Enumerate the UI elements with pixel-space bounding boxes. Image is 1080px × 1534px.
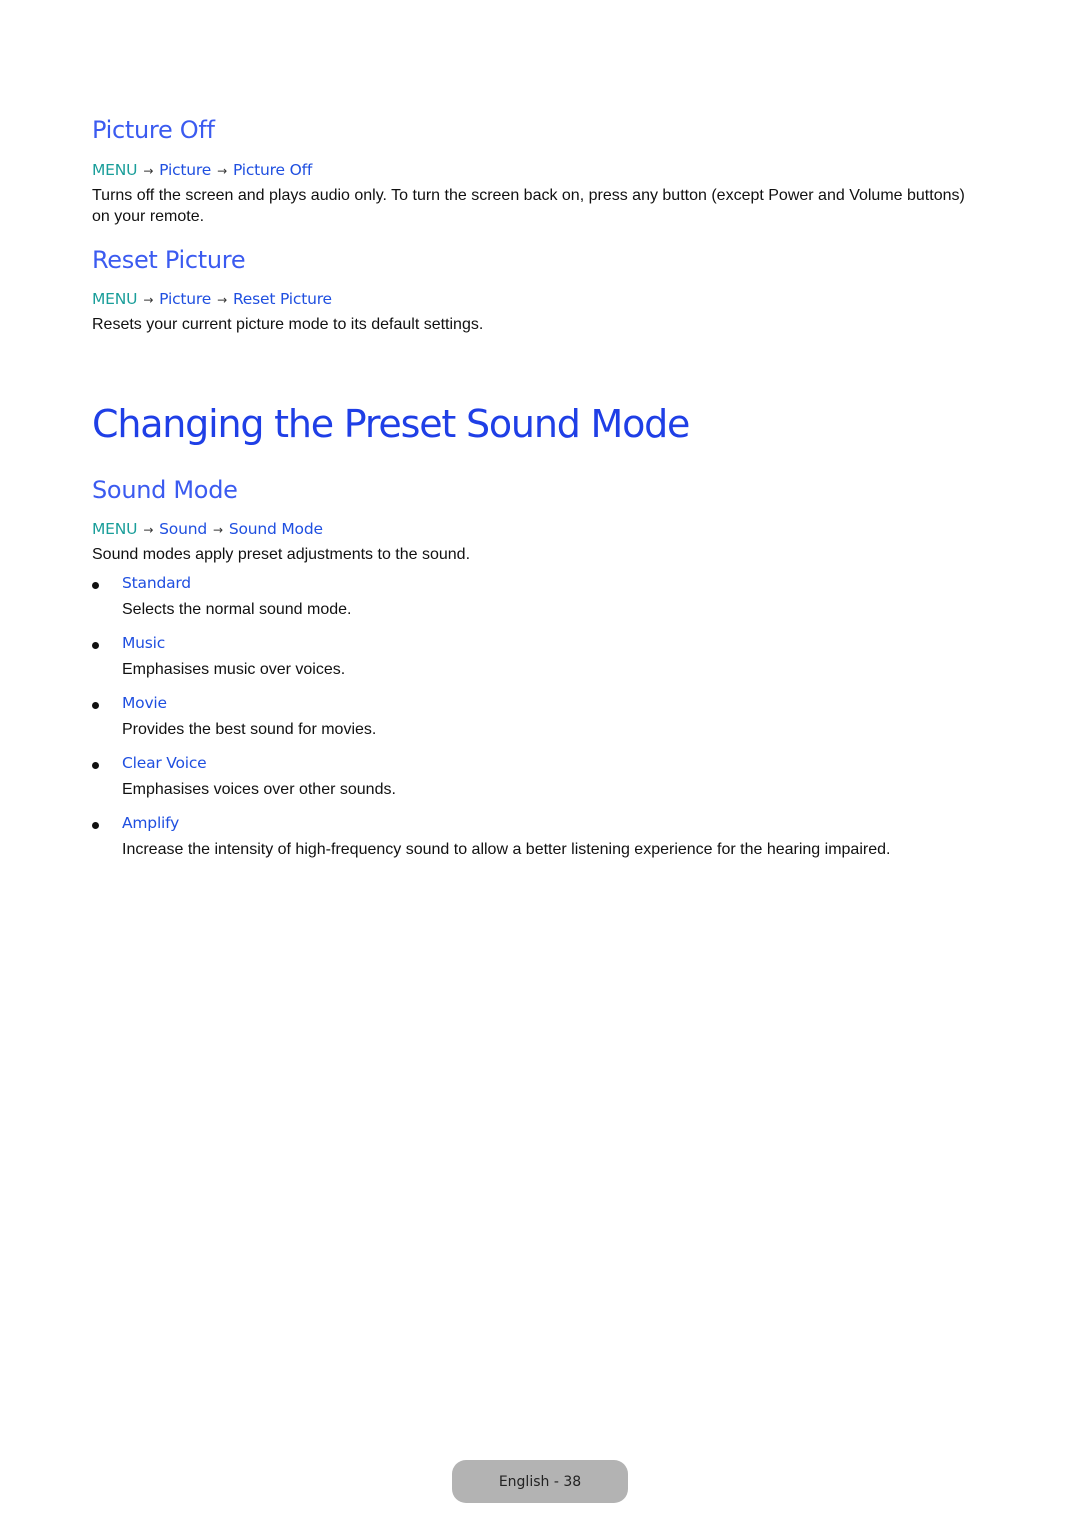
menu-path-sound-mode: MENU → Sound → Sound Mode [92,520,323,538]
section-title-reset-picture: Reset Picture [92,246,246,274]
list-item-label: Standard [122,574,191,592]
section-title-picture-off: Picture Off [92,116,215,144]
menu-path-step: Reset Picture [232,290,332,308]
list-item-label: Clear Voice [122,754,207,772]
arrow-right-icon: → [217,293,227,307]
bullet-icon [92,582,99,589]
chapter-title: Changing the Preset Sound Mode [92,402,690,446]
menu-path-step: Picture [159,290,212,308]
section-body-sound-mode: Sound modes apply preset adjustments to … [92,546,471,563]
menu-path-root: MENU [92,520,138,538]
arrow-right-icon: → [143,164,154,178]
list-item-desc: Provides the best sound for movies. [122,721,377,738]
list-item-desc: Selects the normal sound mode. [122,601,352,618]
section-body-reset-picture: Resets your current picture mode to its … [92,316,484,333]
list-item-desc: Emphasises music over voices. [122,661,346,678]
list-item-desc: Emphasises voices over other sounds. [122,781,396,798]
section-title-sound-mode: Sound Mode [92,476,238,504]
menu-path-reset-picture: MENU → Picture → Reset Picture [92,290,332,308]
menu-path-step: Sound Mode [228,520,323,538]
bullet-icon [92,822,99,829]
menu-path-root: MENU [92,290,138,308]
page-number-badge: English - 38 [452,1460,628,1503]
section-body-picture-off: Turns off the screen and plays audio onl… [92,187,965,225]
list-item-desc: Increase the intensity of high-frequency… [122,841,891,858]
menu-path-root: MENU [92,161,138,179]
arrow-right-icon: → [212,523,223,537]
menu-path-picture-off: MENU → Picture → Picture Off [92,161,312,179]
menu-path-step: Picture [159,161,212,179]
list-item-label: Music [122,634,166,652]
list-item-label: Movie [122,694,167,712]
bullet-icon [92,702,99,709]
bullet-icon [92,762,99,769]
list-item-label: Amplify [122,814,180,832]
arrow-right-icon: → [143,293,154,307]
menu-path-step: Picture Off [232,161,313,179]
arrow-right-icon: → [143,523,154,537]
arrow-right-icon: → [217,164,227,178]
menu-path-step: Sound [159,520,207,538]
bullet-icon [92,642,99,649]
